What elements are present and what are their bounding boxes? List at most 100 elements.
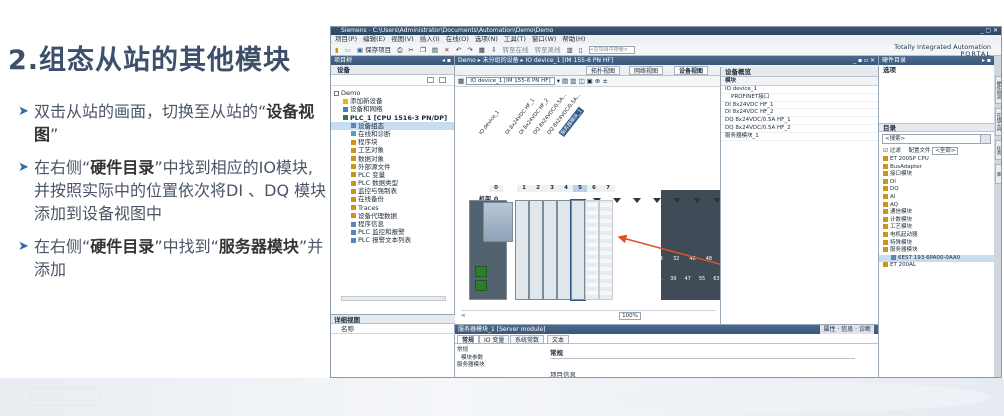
overview-row[interactable]: DI 8x24VDC HF_2 (721, 109, 878, 118)
overview-row[interactable]: DQ 8x24VDC/0.5A HF_2 (721, 125, 878, 133)
catalog-node[interactable]: DQ (879, 186, 994, 194)
tree-node-tech-objects[interactable]: 工艺对象 (331, 146, 454, 154)
nav-module-params[interactable]: 模块参数 (457, 355, 537, 363)
menu-tools[interactable]: 工具(T) (504, 35, 526, 43)
tab-device-view[interactable]: 设备视图 (674, 66, 709, 75)
catalog-node[interactable]: 服务器模块 (879, 247, 994, 255)
tree-node-watch-tables[interactable]: 监控与强制表 (331, 187, 454, 195)
filter-checkbox[interactable]: ☑ (883, 148, 888, 154)
nav-server-module[interactable]: 服务器模块 (457, 362, 537, 370)
tree-node-online-backups[interactable]: 在线备份 (331, 195, 454, 203)
menu-project[interactable]: 项目(P) (335, 35, 357, 43)
pane-controls[interactable]: ◂ ▪ (442, 56, 451, 65)
tree-node-external-sources[interactable]: 外部源文件 (331, 163, 454, 171)
copy-icon[interactable]: ❐ (420, 44, 426, 56)
undo-icon[interactable]: ↶ (456, 44, 461, 56)
catalog-section[interactable]: 目录 (879, 123, 994, 132)
tab-topology-view[interactable]: 拓扑视图 (586, 66, 621, 75)
new-project-icon[interactable]: ▮ (335, 44, 339, 56)
menu-edit[interactable]: 编辑(E) (363, 35, 385, 43)
tab-system-constants[interactable]: 系统常数 (510, 335, 545, 344)
tree-node-plc-tags[interactable]: PLC 变量 (331, 171, 454, 179)
tab-info[interactable]: 信息 (841, 326, 853, 333)
tree-node-demo[interactable]: Demo (331, 89, 454, 97)
tab-diagnostics[interactable]: 诊断 (859, 326, 871, 333)
overview-row[interactable]: IO device_1 (721, 86, 878, 94)
search-icon[interactable] (980, 135, 990, 143)
side-tab-libraries[interactable]: 库 (995, 164, 1001, 184)
tree-horizontal-scrollbar[interactable] (341, 296, 446, 301)
accessible-devices-icon[interactable]: ▥ (567, 44, 573, 56)
tab-texts[interactable]: 文本 (547, 335, 570, 344)
tree-node-device-config[interactable]: 设备组态 (331, 121, 454, 130)
text-list-icon (351, 237, 356, 243)
tree-view-icon[interactable] (427, 77, 434, 83)
open-project-icon[interactable]: ▭ (345, 44, 351, 56)
tree-node-traces[interactable]: Traces (331, 204, 454, 212)
split-editor-icon[interactable]: ▯ (579, 44, 583, 56)
overview-row[interactable]: PROFINET接口 (721, 94, 878, 102)
devices-tab[interactable]: 设备 (331, 65, 454, 75)
tree-options-icon[interactable] (439, 77, 446, 83)
overview-row[interactable]: 服务器模块_1 (721, 133, 878, 141)
tree-node-alarm-texts[interactable]: PLC 报警文本列表 (331, 236, 454, 244)
scroll-left-icon[interactable]: < (461, 313, 466, 319)
menu-help[interactable]: 帮助(H) (562, 35, 585, 43)
menu-insert[interactable]: 插入(I) (420, 35, 440, 43)
tab-io-tags[interactable]: IO 变量 (479, 335, 510, 344)
profile-select[interactable]: <全部> (932, 147, 959, 155)
catalog-node[interactable]: ET 200SP CPU (879, 156, 994, 164)
zoom-select[interactable]: 100% (619, 312, 641, 320)
redo-icon[interactable]: ↷ (467, 44, 472, 56)
tab-properties[interactable]: 属性 (823, 326, 835, 333)
tab-network-view[interactable]: 网络视图 (629, 66, 664, 75)
catalog-node[interactable]: 接口模块 (879, 171, 994, 179)
overview-row[interactable]: DI 8x24VDC HF_1 (721, 102, 878, 110)
cut-icon[interactable]: ✂ (408, 44, 413, 56)
side-tab-hardware-catalog[interactable]: 硬件目录 (995, 76, 1001, 104)
catalog-node[interactable]: 工艺模块 (879, 224, 994, 232)
catalog-node[interactable]: 通信模块 (879, 209, 994, 217)
device-overview-header[interactable]: 设备概览 (721, 67, 878, 77)
catalog-search-input[interactable]: <搜索> (882, 134, 991, 144)
overview-row[interactable]: DQ 8x24VDC/0.5A HF_1 (721, 117, 878, 125)
editor-window-controls[interactable]: _ ▪ ▫ ✕ (853, 56, 875, 65)
catalog-node-selected[interactable]: 6ES7 193-6PA00-0AA0 (879, 254, 994, 263)
side-tab-tasks[interactable]: 任务 (995, 140, 1001, 160)
tree-node-plc[interactable]: PLC_1 [CPU 1516-3 PN/DP] (331, 114, 454, 122)
tab-general[interactable]: 常规 (457, 335, 480, 344)
save-project-button[interactable]: ▣ 保存项目 (357, 44, 391, 56)
catalog-node[interactable]: DI (879, 178, 994, 187)
menu-window[interactable]: 窗口(W) (532, 35, 557, 43)
tree-node-devices-networks[interactable]: 设备和网络 (331, 105, 454, 113)
compile-icon[interactable]: ▦ (479, 44, 485, 56)
catalog-node[interactable]: 电机起动器 (879, 231, 994, 240)
menu-options[interactable]: 选项(N) (475, 35, 498, 43)
window-controls[interactable]: _ ▢ ✕ (980, 27, 998, 35)
tree-node-program-info[interactable]: 程序信息 (331, 220, 454, 228)
details-view-header[interactable]: 详细视图 (331, 314, 455, 324)
print-icon[interactable]: ⎙ (397, 44, 402, 56)
device-toolbar-icons[interactable]: ▾ ▤ ▥ ◫ ▣ ⊕ ± (557, 77, 608, 85)
side-tab-online-tools[interactable]: 在线工具 (995, 108, 1001, 136)
catalog-node[interactable]: ET 200AL (879, 262, 994, 270)
overview-col-module[interactable]: 模块 (721, 77, 878, 86)
device-select[interactable]: IO device_1 [IM 155-6 PN HF] (466, 77, 555, 85)
tree-node-proxy-data[interactable]: 设备代理数据 (331, 212, 454, 220)
menu-view[interactable]: 视图(V) (391, 35, 414, 43)
catalog-node[interactable]: 特殊模块 (879, 239, 994, 248)
catalog-node[interactable]: AI (879, 193, 994, 202)
project-search-input[interactable]: <在项目中搜索> (588, 46, 635, 54)
tree-node-data-objects[interactable]: 数据对象 (331, 155, 454, 163)
device-view-canvas[interactable]: IO device_1 DI 8x24VDC HF_1 DI 8x24VDC H… (461, 90, 854, 308)
go-offline-button[interactable]: 转至离线 (535, 44, 561, 56)
tree-node-online-diag[interactable]: 在线和诊断 (331, 130, 454, 138)
pane-controls[interactable]: ▸ ▪ (982, 56, 991, 65)
nav-general[interactable]: 常规 (457, 347, 537, 355)
go-online-button[interactable]: 转至在线 (503, 44, 529, 56)
download-icon[interactable]: ⇩ (491, 44, 496, 56)
tree-node-program-blocks[interactable]: 程序块 (331, 138, 454, 146)
menu-online[interactable]: 在线(O) (446, 35, 469, 43)
delete-icon[interactable]: ✕ (444, 44, 449, 56)
paste-icon[interactable]: ▤ (432, 44, 438, 56)
